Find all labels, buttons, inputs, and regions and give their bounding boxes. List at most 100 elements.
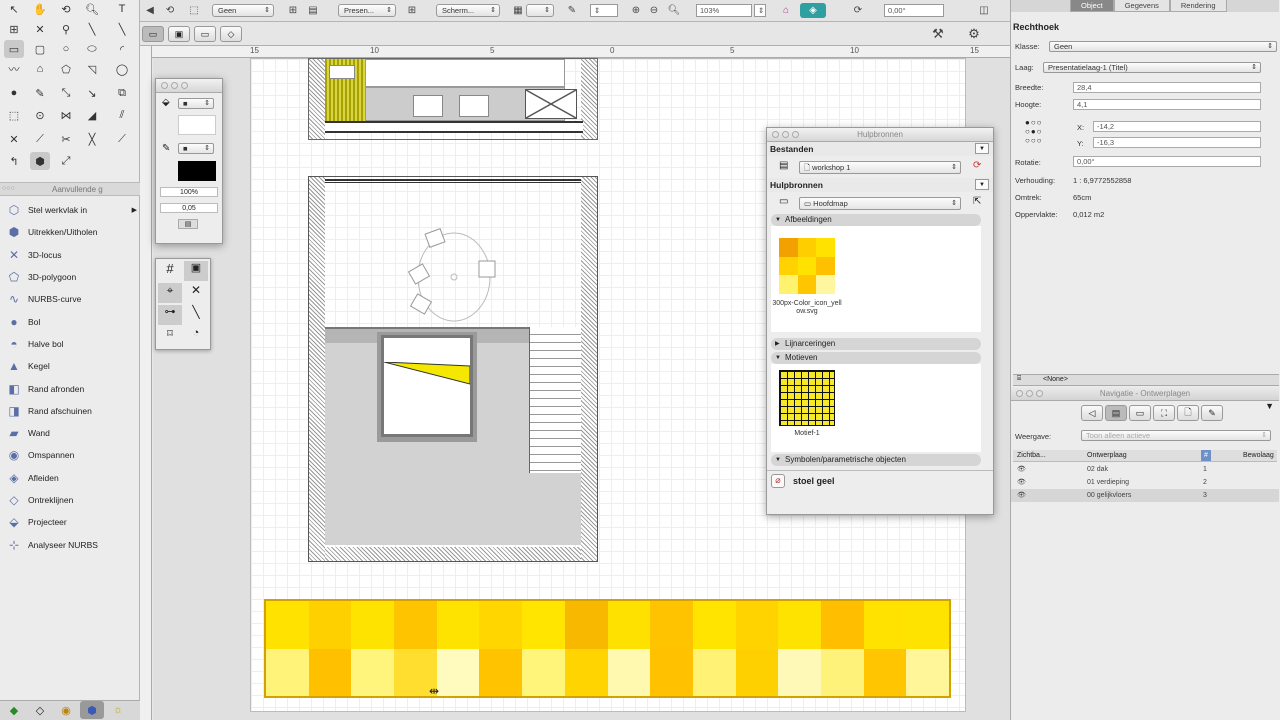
offset-tool-icon[interactable]: ◢ [82,106,102,124]
layer-options-icon[interactable]: ⊞ [404,3,420,18]
rectangle-tool-icon[interactable]: ▭ [4,40,24,58]
tool-row[interactable]: ◈ Afleiden [0,467,140,489]
pan-tool-icon[interactable]: ✋ [30,0,50,18]
tool-row[interactable]: ▰ Wand [0,422,140,444]
3d-modeling-set-icon[interactable]: ⬢ [80,701,104,719]
nav-classes-icon[interactable]: ◁ [1081,405,1103,421]
bend-tool-icon[interactable]: ↰ [4,152,24,170]
selection-tool-icon[interactable]: ↖ [4,0,24,18]
class-dropdown[interactable]: Geen [212,4,274,17]
tab-data[interactable]: Gegevens [1113,0,1170,12]
nav-sheets-icon[interactable]: ▭ [1129,405,1151,421]
tool-row[interactable]: ◨ Rand afschuinen [0,400,140,422]
anchor-point-icon[interactable]: ●○○ ○●○ ○○○ [1025,118,1055,146]
zoom-tool-icon[interactable]: 🔍︎ [82,0,102,18]
pattern-thumbnail[interactable] [779,370,835,426]
polyline-tool-icon[interactable]: ⌂ [30,60,50,78]
column-layer[interactable]: Ontwerplaag [1087,450,1127,461]
tool-row[interactable]: ▲ Kegel [0,355,140,377]
rotation-field[interactable]: 0,00° [884,4,944,17]
polygon-tool-icon[interactable]: ⬠ [56,60,76,78]
eye-icon[interactable]: 👁︎ [1017,476,1026,489]
snap-distance-icon[interactable]: ⊶ [158,305,182,325]
back-arrow-icon[interactable]: ◀ [142,3,158,18]
save-view-icon[interactable]: ▤ [305,3,321,18]
nav-references-icon[interactable]: 🗋︎ [1177,405,1199,421]
tool-row[interactable]: ⬠ 3D-polygoon [0,266,140,288]
fill-style-dropdown[interactable]: ■ [178,98,214,109]
fill-swatch[interactable] [178,115,216,135]
symbols-header[interactable]: Symbolen/parametrische objecten [771,454,981,466]
project-icon[interactable]: ⌂ [778,3,794,18]
nav-edit-icon[interactable]: ✎ [1201,405,1223,421]
text-tool-icon[interactable]: T [112,0,132,18]
table-row[interactable]: 👁︎ 02 dak 1 [1011,463,1279,476]
folder-action-icon[interactable]: ⇱ [973,196,981,207]
snap-tangent-icon[interactable]: ╲ [184,305,208,325]
pen-style-dropdown[interactable]: ■ [178,143,214,154]
view-dropdown[interactable]: Scherm... [436,4,500,17]
split-tool-icon[interactable]: ⋈ [56,106,76,124]
class-options-icon[interactable]: ⊞ [285,3,301,18]
tool-row[interactable]: ⬢ Uitrekken/Uitholen [0,221,140,243]
tool-row[interactable]: ◇ Ontreklijnen [0,489,140,511]
nav-layers-icon[interactable]: ▤ [1105,405,1127,421]
y-field[interactable]: -16,3 [1093,137,1261,148]
line-types-header[interactable]: Lijnarceringen [771,338,981,350]
flyover-icon[interactable]: ⟲ [162,3,178,18]
rotate-plan-icon[interactable]: ⟳ [850,3,866,18]
reshape-tool-icon[interactable]: ↘ [82,84,102,102]
rect-mode-rotated-button[interactable]: ◇ [220,26,242,42]
dimension-tool-icon[interactable]: ╲ [112,20,132,38]
arc-tool-icon[interactable]: ◜ [112,40,132,58]
rotatie-field[interactable]: 0,00° [1073,156,1261,167]
cut-tool-icon[interactable]: ✂ [56,130,76,148]
line-tool-icon[interactable]: ╲ [82,20,102,38]
snap-grid-icon[interactable]: # [158,261,182,281]
locus-tool-icon[interactable]: ⊞ [4,20,24,38]
zoom-out-icon[interactable]: ⊖ [646,3,662,18]
view-mode-icon[interactable]: ◈ [800,3,826,18]
rect-mode-center-button[interactable]: ▣ [168,26,190,42]
klasse-dropdown[interactable]: Geen [1049,41,1277,52]
layer-link-icon[interactable]: ◫ [976,3,992,18]
files-menu-icon[interactable]: ▼ [975,143,989,154]
rounded-rect-tool-icon[interactable]: ▢ [30,40,50,58]
connect-tool-icon[interactable]: ╳ [82,130,102,148]
wall-tool-icon[interactable]: ⤢ [56,152,76,170]
chamfer-tool-icon[interactable]: ⟋ [112,130,132,148]
snap-point-icon[interactable]: ⌑ [158,327,182,347]
flyover-tool-icon[interactable]: ⟲ [56,0,76,18]
patterns-header[interactable]: Motieven [771,352,981,364]
render-options-box[interactable]: ⇕ [590,4,618,17]
tool-set-header[interactable]: Aanvullende g [0,182,140,196]
line-thickness-field[interactable]: 0,05 [160,203,218,213]
clip-tool-icon[interactable]: ⟋ [30,130,50,148]
x-field[interactable]: -14,2 [1093,121,1261,132]
eye-icon[interactable]: 👁︎ [1017,463,1026,476]
image-thumbnail[interactable] [779,238,835,294]
snap-edge-icon[interactable]: ◔ [184,327,208,347]
opacity-field[interactable]: 100% [160,187,218,197]
pen-swatch[interactable] [178,161,216,181]
snap-intersection-icon[interactable]: ✕ [184,283,208,303]
navigation-titlebar[interactable]: Navigatie - Ontwerplagen [1011,387,1279,401]
folder-select[interactable]: ▭ Hoofdmap [799,197,961,210]
fillet-tool-icon[interactable]: ⫽ [112,106,132,124]
tool-row[interactable]: ∿ NURBS-curve [0,288,140,310]
line-type-button[interactable]: ▤ [178,219,198,229]
magnify-icon[interactable]: 🔍︎ [666,3,682,18]
zoom-field[interactable]: 103% [696,4,752,17]
tool-row[interactable]: ✕ 3D-locus [0,244,140,266]
breedte-field[interactable]: 28,4 [1073,82,1261,93]
column-visibility[interactable]: Zichtba... [1017,450,1046,461]
tool-row[interactable]: ◉ Omspannen [0,444,140,466]
attributes-titlebar[interactable] [156,79,222,93]
column-stack[interactable]: Bewolaag [1243,450,1274,461]
tool-row[interactable]: ⬡ Stel werkvlak in ▶ [0,199,140,221]
rotate-tool-icon[interactable]: ⊙ [30,106,50,124]
zoom-in-icon[interactable]: ⊕ [628,3,644,18]
nav-views-icon[interactable]: ⛶ [1153,405,1175,421]
column-number[interactable]: # [1201,450,1211,461]
attribute-mapping-tool-icon[interactable]: ⤡ [56,84,76,102]
